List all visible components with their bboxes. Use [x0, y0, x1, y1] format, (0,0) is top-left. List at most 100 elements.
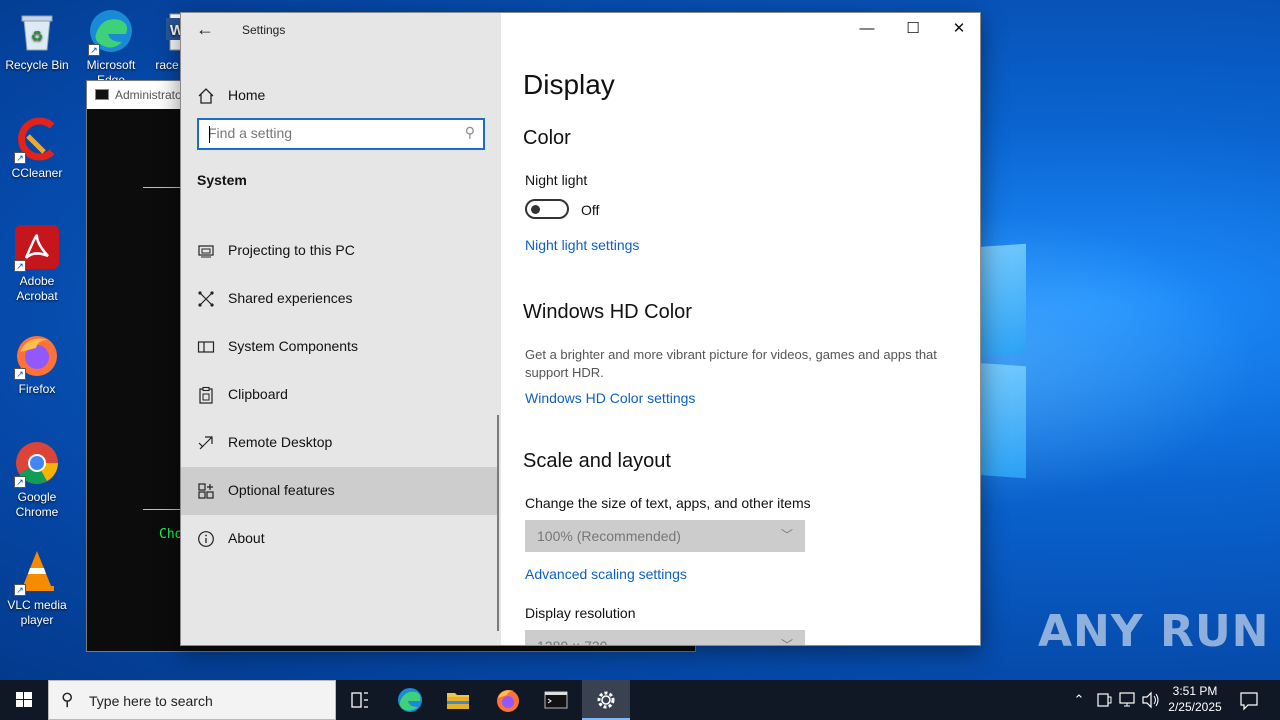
chevron-up-icon[interactable]: ⌃ [1068, 680, 1090, 720]
shortcut-arrow-icon: ↗ [14, 152, 26, 164]
home-icon [197, 87, 215, 105]
nav-item-label: About [228, 530, 265, 546]
scale-layout-heading: Scale and layout [523, 450, 671, 472]
desktop-icon-vlc[interactable]: ↗ VLC media player [0, 548, 74, 628]
notification-center-icon[interactable] [1234, 680, 1264, 720]
clock-time: 3:51 PM [1172, 684, 1218, 698]
nav-item-label: Shared experiences [228, 290, 353, 306]
hd-color-description: Get a brighter and more vibrant picture … [525, 347, 937, 380]
desktop-icon-ccleaner[interactable]: ↗ CCleaner [0, 116, 74, 181]
desktop-icon-recycle-bin[interactable]: ♻ Recycle Bin [0, 8, 74, 73]
shortcut-arrow-icon: ↗ [14, 584, 26, 596]
nav-item-label: Optional features [228, 482, 335, 498]
nav-item-shared-experiences[interactable]: Shared experiences [181, 275, 497, 323]
projector-icon [197, 242, 215, 260]
firefox-icon [497, 690, 519, 712]
anyrun-watermark: ANY RUN [1038, 606, 1270, 657]
night-light-settings-link[interactable]: Night light settings [525, 237, 639, 253]
close-icon[interactable]: ✕ [936, 13, 980, 47]
cmd-icon [544, 691, 568, 709]
edge-icon: ↗ [88, 8, 134, 56]
svg-text:♻: ♻ [31, 28, 44, 44]
desktop-icon-label: Firefox [18, 382, 56, 396]
settings-window[interactable]: ← Settings Home ⚲ System P [180, 12, 981, 646]
remote-desktop-icon [197, 434, 215, 452]
hd-color-settings-link[interactable]: Windows HD Color settings [525, 390, 695, 406]
night-light-toggle[interactable] [525, 199, 569, 219]
scale-label: Change the size of text, apps, and other… [525, 495, 811, 511]
start-button[interactable] [0, 680, 48, 720]
nav-item-clipboard[interactable]: Clipboard [181, 371, 497, 419]
desktop-icon-label: Adobe Acrobat [16, 274, 58, 303]
nav-item-label: Clipboard [228, 386, 288, 402]
nav-item-optional-features[interactable]: Optional features [181, 467, 497, 515]
vlc-icon: ↗ [14, 548, 60, 596]
sidebar-scrollbar[interactable] [497, 415, 499, 631]
taskbar-firefox[interactable] [484, 680, 532, 720]
scale-dropdown[interactable]: 100% (Recommended) ﹀ [525, 520, 805, 552]
hd-color-heading: Windows HD Color [523, 301, 692, 323]
shared-experiences-icon [197, 290, 215, 308]
color-heading: Color [523, 127, 571, 149]
shortcut-arrow-icon: ↗ [14, 368, 26, 380]
desktop-icon-firefox[interactable]: ↗ Firefox [0, 332, 74, 397]
task-view-icon [351, 692, 368, 708]
nav-item-system-components[interactable]: System Components [181, 323, 497, 371]
chevron-down-icon: ﹀ [780, 638, 793, 646]
clipboard-icon [197, 386, 215, 404]
optional-features-icon [197, 482, 215, 500]
desktop-icon-label: Google Chrome [15, 490, 59, 519]
settings-search-input[interactable] [199, 120, 439, 146]
gear-icon [597, 691, 615, 709]
advanced-scaling-link[interactable]: Advanced scaling settings [525, 566, 687, 582]
scale-value: 100% (Recommended) [537, 528, 681, 544]
desktop-icon-acrobat[interactable]: ↗ Adobe Acrobat [0, 224, 74, 304]
back-arrow-icon[interactable]: ← [191, 19, 219, 41]
settings-search-box[interactable]: ⚲ [197, 118, 485, 150]
taskbar-settings[interactable] [582, 680, 630, 720]
nav-home[interactable]: Home [181, 75, 501, 115]
settings-titlebar[interactable]: ← Settings [181, 13, 501, 47]
nav-item-about[interactable]: About [181, 515, 497, 563]
system-clock[interactable]: 3:51 PM 2/25/2025 [1160, 683, 1230, 715]
nav-home-label: Home [228, 87, 266, 103]
nav-item-projecting[interactable]: Projecting to this PC [181, 227, 497, 275]
task-view-button[interactable] [336, 680, 384, 720]
toggle-knob [531, 205, 540, 214]
desktop-icon-edge[interactable]: ↗ Microsoft Edge [74, 8, 148, 88]
nav-list: Projecting to this PC Shared experiences… [181, 227, 501, 563]
device-icon[interactable] [1094, 680, 1114, 720]
minimize-icon[interactable]: — [844, 13, 890, 47]
shortcut-arrow-icon: ↗ [14, 260, 26, 272]
desktop: ♻ Recycle Bin ↗ Microsoft Edge W race ↗ … [0, 0, 1280, 680]
taskbar-search-box[interactable]: ⚲ Type here to search [48, 680, 336, 720]
resolution-dropdown[interactable]: 1280 × 720 ﹀ [525, 630, 805, 646]
taskbar-edge[interactable] [386, 680, 434, 720]
window-controls: — ☐ ✕ [844, 13, 980, 47]
cmd-icon [95, 89, 109, 100]
taskbar-file-explorer[interactable] [434, 680, 482, 720]
volume-icon[interactable] [1140, 680, 1162, 720]
maximize-icon[interactable]: ☐ [890, 13, 936, 47]
taskbar-cmd[interactable] [532, 680, 580, 720]
resolution-label: Display resolution [525, 605, 636, 621]
resolution-value: 1280 × 720 [537, 638, 608, 646]
windows-start-icon [16, 692, 32, 707]
desktop-icon-label: CCleaner [11, 166, 63, 180]
chevron-down-icon: ﹀ [780, 528, 793, 542]
clock-date: 2/25/2025 [1168, 700, 1222, 714]
text-caret [209, 126, 210, 143]
nav-item-remote-desktop[interactable]: Remote Desktop [181, 419, 497, 467]
night-light-label: Night light [525, 172, 588, 188]
desktop-icon-chrome[interactable]: ↗ Google Chrome [0, 440, 74, 520]
settings-sidebar: ← Settings Home ⚲ System P [181, 13, 501, 645]
cmd-title: Administrato [115, 88, 182, 102]
network-icon[interactable] [1116, 680, 1138, 720]
app-title: Settings [242, 23, 286, 37]
desktop-icon-label: VLC media player [7, 598, 67, 627]
chrome-icon: ↗ [14, 440, 60, 488]
cmd-output: Cho [159, 527, 183, 542]
desktop-icon-label: Recycle Bin [5, 58, 69, 72]
taskbar: ⚲ Type here to search ⌃ 3:51 PM 2/25/202… [0, 680, 1280, 720]
section-title: System [197, 172, 247, 188]
